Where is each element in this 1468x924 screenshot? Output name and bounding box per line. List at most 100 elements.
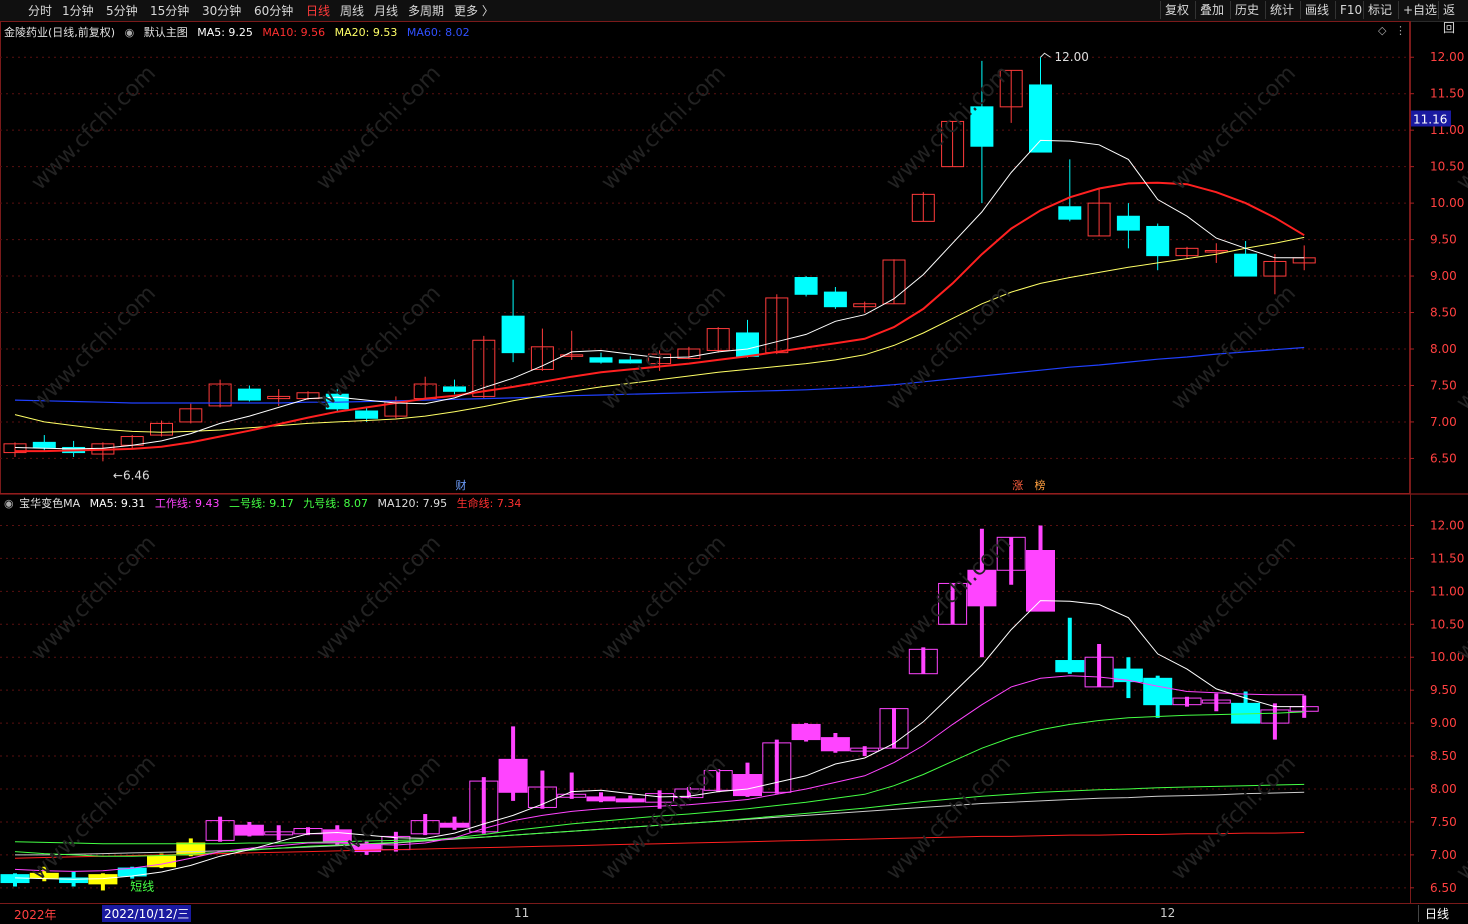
- watermark: www.cfchi.com: [27, 61, 161, 195]
- candle-body: [1029, 84, 1052, 153]
- watermark: www.cfchi.com: [882, 281, 1016, 415]
- ma10-line: [15, 181, 1305, 453]
- indicator-body: [498, 758, 528, 793]
- toolbar-button-2[interactable]: 历史: [1230, 1, 1263, 19]
- panel-separator-icon[interactable]: ⋮: [1395, 24, 1406, 37]
- toolbar-button-4[interactable]: 画线: [1300, 1, 1333, 19]
- work-line: [14, 675, 1305, 872]
- watermark: www.cfchi.com: [597, 531, 731, 665]
- high-marker-icon: [1040, 52, 1051, 58]
- legend-ma10: MA10: 9.56: [262, 26, 326, 39]
- price-badge: 11.16: [1413, 113, 1447, 127]
- indicator-body: [615, 798, 645, 803]
- legend-sub-ma5: MA5: 9.31: [89, 497, 146, 510]
- legend-life: 生命线: 7.34: [456, 497, 522, 510]
- low-price-label: ←6.46: [113, 468, 150, 482]
- month-11-label: 11: [514, 906, 530, 920]
- top-toolbar: 分时 1分钟 5分钟 15分钟 30分钟 60分钟 日线 周线 月线 多周期 更多 〉 复权 叠加 历史…: [0, 0, 1468, 35]
- period-tab-5[interactable]: 60分钟: [254, 2, 293, 19]
- watermark: www.cfchi.com: [312, 531, 446, 665]
- candle-body: [501, 315, 525, 354]
- period-tab-3[interactable]: 15分钟: [150, 2, 189, 19]
- watermark: www.cfchi.com: [1167, 281, 1301, 415]
- candle-body: [32, 441, 56, 448]
- chart-area[interactable]: 12.00 11.50 11.00 10.50 10.00 9.50 9.00 8.50 8.0…: [0, 21, 1468, 923]
- indicator-body: [1055, 660, 1085, 673]
- indicator-body: [1143, 677, 1173, 706]
- period-tab-9[interactable]: 多周期: [408, 2, 444, 19]
- period-tab-1[interactable]: 1分钟: [62, 2, 94, 19]
- sub-tick-label: 7.50: [1430, 815, 1457, 829]
- main-tick-label: 11.50: [1430, 87, 1464, 101]
- watermark: www.cfchi.com: [312, 281, 446, 415]
- event-tag-zhang[interactable]: 涨: [1012, 479, 1023, 492]
- indicator-body: [1026, 550, 1055, 612]
- sub-tick-label: 9.00: [1430, 716, 1457, 730]
- main-tick-label: 6.50: [1430, 451, 1457, 465]
- indicator-body: [791, 723, 821, 741]
- indicator-body: [820, 737, 850, 752]
- sub-settings-icon[interactable]: ◉: [4, 497, 14, 510]
- toolbar-button-6[interactable]: 标记: [1363, 1, 1396, 19]
- sub-tick-label: 8.00: [1430, 782, 1457, 796]
- watermark: www.cfchi.com: [597, 281, 731, 415]
- period-tab-6[interactable]: 日线: [306, 2, 330, 19]
- sub-legend: ◉ 宝华变色MA MA5: 9.31 工作线: 9.43 二号线: 9.17 九…: [4, 495, 527, 511]
- period-button[interactable]: 日线: [1418, 905, 1449, 922]
- indicator-body: [733, 774, 762, 797]
- candle-body: [1058, 206, 1082, 220]
- watermark: www.cfchi.com: [882, 751, 1016, 885]
- year-label: 2022年: [14, 908, 57, 922]
- toolbar-button-7[interactable]: +自选: [1398, 1, 1441, 19]
- indicator-body: [586, 796, 616, 802]
- toolbar-button-0[interactable]: 复权: [1160, 1, 1193, 19]
- candle-body: [1146, 225, 1170, 257]
- event-tag-bang[interactable]: 榜: [1035, 478, 1046, 492]
- indicator-name[interactable]: 宝华变色MA: [19, 497, 80, 510]
- indicator-body: [440, 822, 469, 828]
- sub-tick-label: 11.50: [1430, 551, 1464, 565]
- short-line-label: 短线: [130, 880, 154, 894]
- watermark: www.cfchi.com: [1167, 751, 1301, 885]
- main-tick-label: 12.00: [1430, 50, 1464, 64]
- toolbar-button-8[interactable]: 返回: [1438, 1, 1468, 35]
- event-tag-cai[interactable]: 财: [456, 478, 467, 492]
- toolbar-button-3[interactable]: 统计: [1265, 1, 1298, 19]
- toolbar-button-5[interactable]: F10: [1335, 1, 1366, 19]
- period-tab-2[interactable]: 5分钟: [106, 2, 138, 19]
- bottom-axis-bar: 2022年 2022/10/12/三 11 12 日线: [0, 903, 1468, 924]
- settings-icon[interactable]: ◉: [125, 26, 135, 39]
- stock-name[interactable]: 金陵药业(日线,前复权): [4, 26, 115, 39]
- candle-body: [443, 386, 466, 392]
- chart-svg[interactable]: 12.00 11.50 11.00 10.50 10.00 9.50 9.00 8.50 8.0…: [0, 21, 1468, 903]
- legend-ma60: MA60: 8.02: [406, 26, 470, 39]
- sub-tick-label: 12.00: [1430, 518, 1464, 532]
- legend-ma20: MA20: 9.53: [334, 26, 398, 39]
- period-tab-8[interactable]: 月线: [374, 2, 398, 19]
- legend-ma5: MA5: 9.25: [197, 26, 253, 39]
- candle-body: [355, 410, 379, 419]
- watermark: www.cfchi.com: [597, 61, 731, 195]
- main-tick-label: 7.00: [1430, 415, 1457, 429]
- toolbar-button-1[interactable]: 叠加: [1195, 1, 1228, 19]
- sub-tick-label: 9.50: [1430, 683, 1457, 697]
- high-price-label: 12.00: [1055, 50, 1089, 64]
- watermark: www.cfchi.com: [1167, 531, 1301, 665]
- main-tick-label: 7.50: [1430, 378, 1457, 392]
- diamond-icon[interactable]: ◇: [1378, 24, 1386, 37]
- sub-tick-label: 11.00: [1430, 584, 1464, 598]
- legend-ma120: MA120: 7.95: [377, 497, 448, 510]
- watermark: www.cfchi.com: [1167, 61, 1301, 195]
- period-tab-10[interactable]: 更多 〉: [454, 2, 494, 19]
- candle-body: [736, 332, 759, 357]
- period-tab-7[interactable]: 周线: [340, 2, 364, 19]
- candle-body: [589, 357, 613, 363]
- main-tick-label: 8.00: [1430, 342, 1457, 356]
- period-tab-4[interactable]: 30分钟: [202, 2, 241, 19]
- period-tab-0[interactable]: 分时: [28, 2, 52, 19]
- month-12-label: 12: [1160, 906, 1176, 920]
- sub-tick-label: 10.50: [1430, 617, 1464, 631]
- sub-tick-label: 7.00: [1430, 848, 1457, 862]
- watermark: www.cfchi.com: [27, 281, 161, 415]
- template-name[interactable]: 默认主图: [144, 26, 188, 39]
